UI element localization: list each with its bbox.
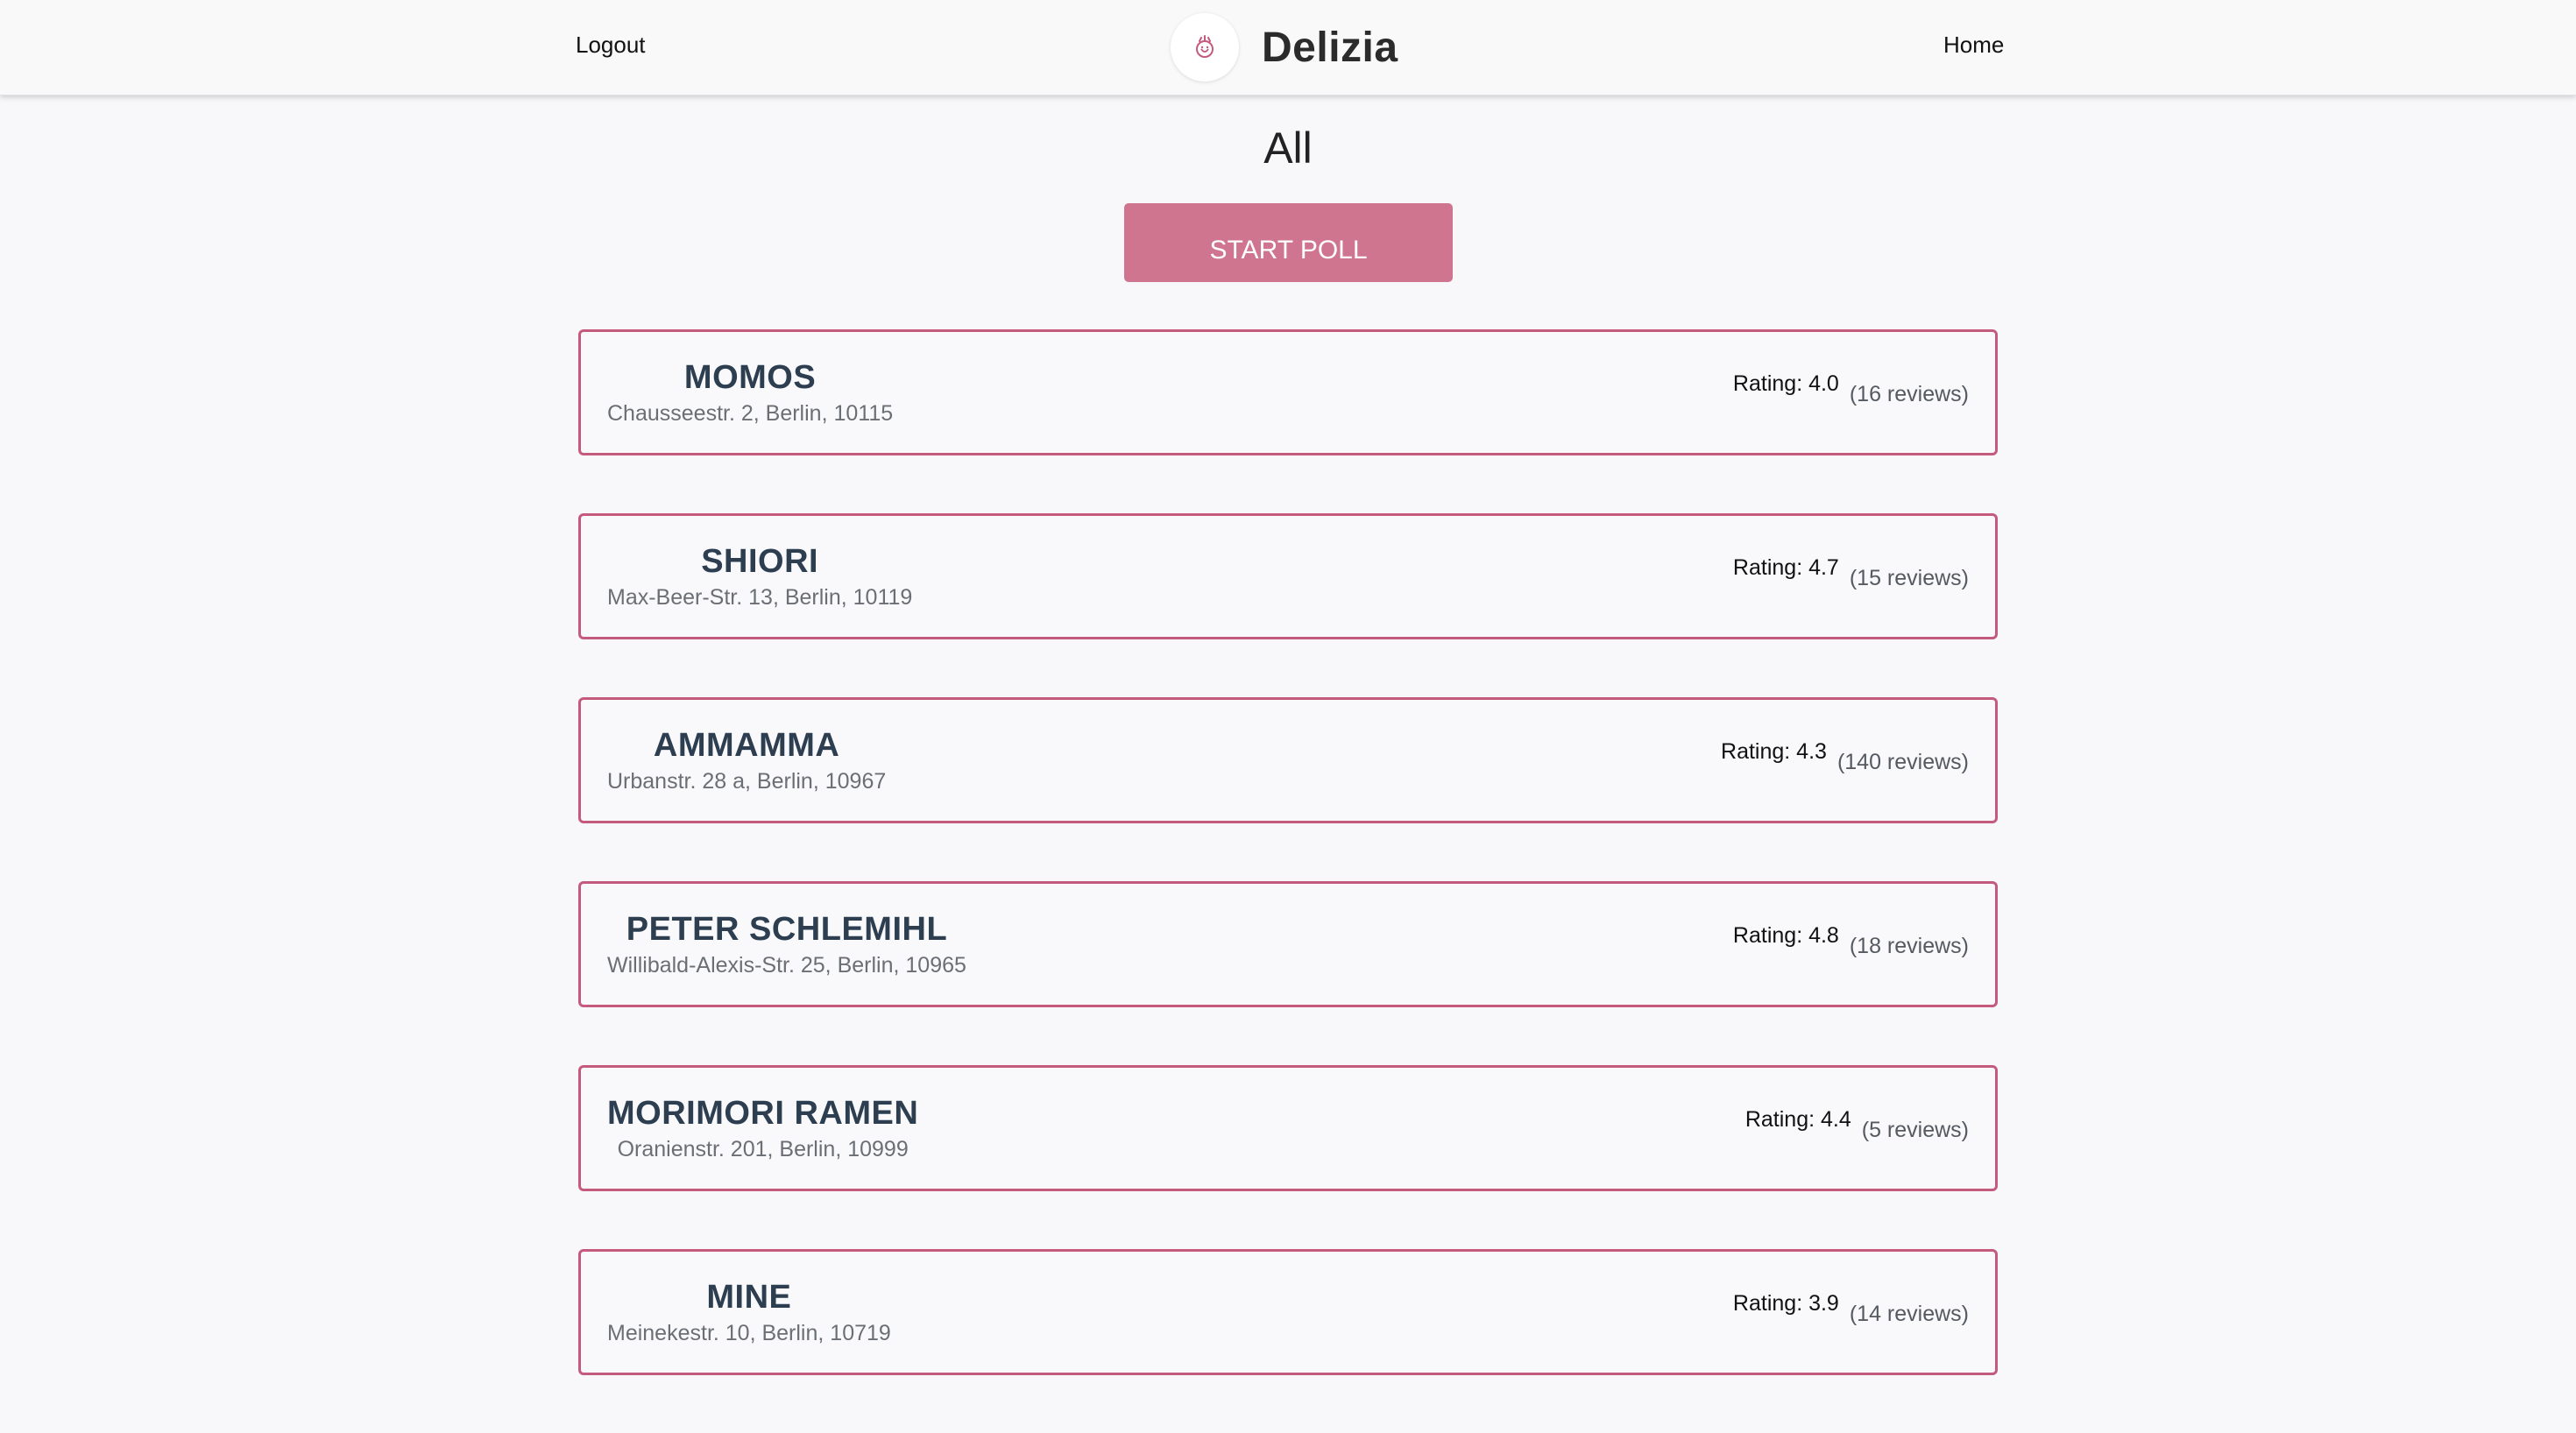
restaurant-name: PETER SCHLEMIHL <box>626 911 948 948</box>
restaurant-address: Max-Beer-Str. 13, Berlin, 10119 <box>607 585 913 610</box>
restaurant-review-count: (14 reviews) <box>1849 1302 1969 1326</box>
restaurant-card[interactable]: SHIORI Max-Beer-Str. 13, Berlin, 10119 R… <box>578 513 1998 639</box>
restaurant-card[interactable]: MINE Meinekestr. 10, Berlin, 10719 Ratin… <box>578 1249 1998 1375</box>
restaurant-name: MINE <box>706 1279 792 1316</box>
restaurant-address: Oranienstr. 201, Berlin, 10999 <box>617 1137 909 1161</box>
restaurant-info: AMMAMMA Urbanstr. 28 a, Berlin, 10967 <box>607 726 886 794</box>
restaurant-name: MOMOS <box>683 359 817 396</box>
restaurant-name: MORIMORI RAMEN <box>607 1095 919 1132</box>
restaurant-rating: Rating: 4.0 <box>1732 371 1839 396</box>
restaurant-rating-block: Rating: 4.3 (140 reviews) <box>1721 738 1969 775</box>
logout-link[interactable]: Logout <box>576 32 646 59</box>
restaurant-rating: Rating: 4.3 <box>1721 739 1827 764</box>
restaurant-review-count: (15 reviews) <box>1849 566 1969 590</box>
start-poll-button[interactable]: START POLL <box>1124 203 1453 282</box>
brand-name[interactable]: Delizia <box>1262 24 1398 72</box>
top-navbar: Logout Delizia Home <box>0 0 2576 95</box>
page-title: All <box>1263 124 1313 173</box>
restaurant-rating-block: Rating: 4.0 (16 reviews) <box>1733 371 1969 407</box>
restaurant-info: MORIMORI RAMEN Oranienstr. 201, Berlin, … <box>607 1094 918 1162</box>
restaurant-rating: Rating: 4.4 <box>1744 1107 1851 1132</box>
restaurant-card[interactable]: AMMAMMA Urbanstr. 28 a, Berlin, 10967 Ra… <box>578 697 1998 823</box>
restaurant-name: AMMAMMA <box>653 727 840 764</box>
pink-logo-icon[interactable] <box>1171 13 1239 81</box>
restaurant-card[interactable]: MOMOS Chausseestr. 2, Berlin, 10115 Rati… <box>578 329 1998 455</box>
restaurant-rating-block: Rating: 4.7 (15 reviews) <box>1733 554 1969 591</box>
restaurant-info: PETER SCHLEMIHL Willibald-Alexis-Str. 25… <box>607 910 966 978</box>
restaurant-rating-block: Rating: 4.8 (18 reviews) <box>1733 922 1969 959</box>
restaurant-name: SHIORI <box>701 543 819 580</box>
restaurant-rating-block: Rating: 3.9 (14 reviews) <box>1733 1290 1969 1327</box>
restaurant-rating: Rating: 4.8 <box>1732 923 1839 948</box>
restaurant-card[interactable]: PETER SCHLEMIHL Willibald-Alexis-Str. 25… <box>578 881 1998 1007</box>
restaurant-address: Willibald-Alexis-Str. 25, Berlin, 10965 <box>607 953 966 978</box>
restaurant-address: Urbanstr. 28 a, Berlin, 10967 <box>607 769 887 794</box>
restaurant-rating-block: Rating: 4.4 (5 reviews) <box>1745 1106 1969 1143</box>
brand[interactable]: Delizia <box>1171 12 1398 82</box>
restaurant-rating: Rating: 3.9 <box>1732 1291 1839 1316</box>
restaurant-list: MOMOS Chausseestr. 2, Berlin, 10115 Rati… <box>578 329 1998 1433</box>
restaurant-address: Meinekestr. 10, Berlin, 10719 <box>607 1321 891 1345</box>
restaurant-review-count: (16 reviews) <box>1849 382 1969 406</box>
restaurant-card[interactable]: MORIMORI RAMEN Oranienstr. 201, Berlin, … <box>578 1065 1998 1191</box>
home-link[interactable]: Home <box>1943 32 2004 59</box>
restaurant-info: SHIORI Max-Beer-Str. 13, Berlin, 10119 <box>607 542 912 611</box>
restaurant-info: MINE Meinekestr. 10, Berlin, 10719 <box>607 1278 891 1346</box>
restaurant-review-count: (140 reviews) <box>1836 750 1969 774</box>
restaurant-rating: Rating: 4.7 <box>1732 555 1839 580</box>
restaurant-info: MOMOS Chausseestr. 2, Berlin, 10115 <box>607 358 893 427</box>
restaurant-review-count: (5 reviews) <box>1861 1118 1969 1142</box>
restaurant-address: Chausseestr. 2, Berlin, 10115 <box>607 401 894 426</box>
restaurant-review-count: (18 reviews) <box>1849 934 1969 958</box>
